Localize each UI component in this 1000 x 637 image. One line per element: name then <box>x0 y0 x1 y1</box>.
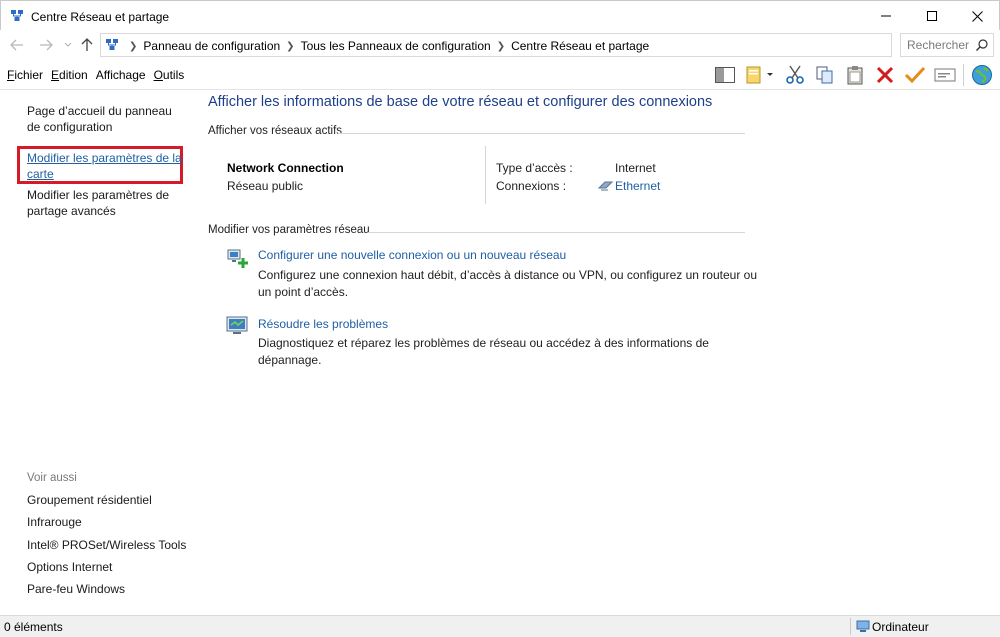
connections-label: Connexions : <box>496 179 567 193</box>
network-name: Network Connection <box>227 161 344 175</box>
properties-icon[interactable] <box>743 63 777 87</box>
preview-pane-icon[interactable] <box>713 63 737 87</box>
see-also-heading: Voir aussi <box>27 472 77 484</box>
title-bar: Centre Réseau et partage <box>0 0 1000 30</box>
window-title: Centre Réseau et partage <box>31 10 170 24</box>
computer-icon <box>856 620 870 636</box>
left-navigation-pane: Page d’accueil du panneau de configurati… <box>0 91 190 615</box>
change-adapter-settings-link[interactable]: Modifier les paramètres de la carte <box>27 150 187 182</box>
search-icon[interactable] <box>975 38 989 55</box>
control-panel-home-link[interactable]: Page d’accueil du panneau de configurati… <box>27 103 187 135</box>
vertical-divider <box>485 146 486 204</box>
zone-label: Ordinateur <box>872 620 929 634</box>
change-settings-heading: Modifier vos paramètres réseau <box>208 224 370 236</box>
copy-icon[interactable] <box>813 63 837 87</box>
access-type-label: Type d’accès : <box>496 161 573 175</box>
troubleshoot-icon[interactable] <box>226 315 250 340</box>
network-center-icon <box>10 9 24 23</box>
rename-icon[interactable] <box>933 63 957 87</box>
breadcrumb-chevron-right-icon[interactable]: ❯ <box>286 41 294 52</box>
new-connection-icon[interactable] <box>226 247 250 272</box>
status-divider <box>850 618 851 635</box>
address-row: ❯ Panneau de configuration ❯ Tous les Pa… <box>0 30 1000 60</box>
see-also-intel-proset-link[interactable]: Intel® PROSet/Wireless Tools <box>27 537 187 553</box>
menu-bar: Fichier Edition Affichage Outils <box>0 60 1000 90</box>
see-also-windows-firewall-link[interactable]: Pare-feu Windows <box>27 581 187 597</box>
breadcrumb: ❯ Panneau de configuration ❯ Tous les Pa… <box>123 39 649 53</box>
toolbar-divider <box>963 64 964 86</box>
troubleshoot-problems-description: Diagnostiquez et réparez les problèmes d… <box>258 336 709 367</box>
active-networks-heading: Afficher vos réseaux actifs <box>208 125 343 137</box>
access-type-value: Internet <box>615 161 656 175</box>
forward-button[interactable] <box>38 37 54 53</box>
search-box <box>900 33 994 57</box>
section-divider <box>368 232 745 233</box>
globe-icon[interactable] <box>970 63 994 87</box>
status-bar: 0 éléments Ordinateur <box>0 615 1000 637</box>
breadcrumb-item[interactable]: Centre Réseau et partage <box>511 39 649 53</box>
see-also-infrared-link[interactable]: Infrarouge <box>27 514 187 530</box>
see-also-internet-options-link[interactable]: Options Internet <box>27 559 187 575</box>
see-also-homegroup-link[interactable]: Groupement résidentiel <box>27 492 187 508</box>
page-title: Afficher les informations de base de vot… <box>208 94 713 110</box>
checkmark-icon[interactable] <box>903 63 927 87</box>
recent-locations-chevron-down-icon[interactable] <box>60 37 76 53</box>
advanced-sharing-settings-link[interactable]: Modifier les paramètres de partage avanc… <box>27 187 187 219</box>
breadcrumb-chevron-right-icon[interactable]: ❯ <box>497 41 505 52</box>
back-button[interactable] <box>9 37 25 53</box>
troubleshoot-problems-link[interactable]: Résoudre les problèmes <box>258 317 388 331</box>
delete-icon[interactable] <box>873 63 897 87</box>
section-divider <box>338 133 745 134</box>
network-center-icon <box>105 38 119 52</box>
close-button[interactable] <box>954 1 1000 31</box>
paste-icon[interactable] <box>843 63 867 87</box>
ethernet-connection-link[interactable]: Ethernet <box>615 179 660 193</box>
main-content: Afficher les informations de base de vot… <box>190 91 1000 615</box>
up-arrow-button[interactable] <box>79 37 95 53</box>
menu-affichage[interactable]: Affichage <box>96 68 146 82</box>
breadcrumb-chevron-right-icon[interactable]: ❯ <box>129 41 137 52</box>
minimize-button[interactable] <box>863 1 909 31</box>
breadcrumb-item[interactable]: Tous les Panneaux de configuration <box>301 39 491 53</box>
setup-new-connection-description: Configurez une connexion haut débit, d’a… <box>258 268 757 299</box>
maximize-button[interactable] <box>909 1 955 31</box>
breadcrumb-item[interactable]: Panneau de configuration <box>143 39 280 53</box>
menu-edition[interactable]: Edition <box>51 68 88 82</box>
menu-fichier[interactable]: Fichier <box>7 68 43 82</box>
setup-new-connection-link[interactable]: Configurer une nouvelle connexion ou un … <box>258 248 566 262</box>
search-input[interactable] <box>901 34 977 56</box>
network-type: Réseau public <box>227 179 304 193</box>
ethernet-icon[interactable] <box>597 179 614 194</box>
address-bar[interactable]: ❯ Panneau de configuration ❯ Tous les Pa… <box>100 33 988 57</box>
cut-icon[interactable] <box>783 63 807 87</box>
items-count: 0 éléments <box>4 620 63 634</box>
menu-outils[interactable]: Outils <box>154 68 185 82</box>
